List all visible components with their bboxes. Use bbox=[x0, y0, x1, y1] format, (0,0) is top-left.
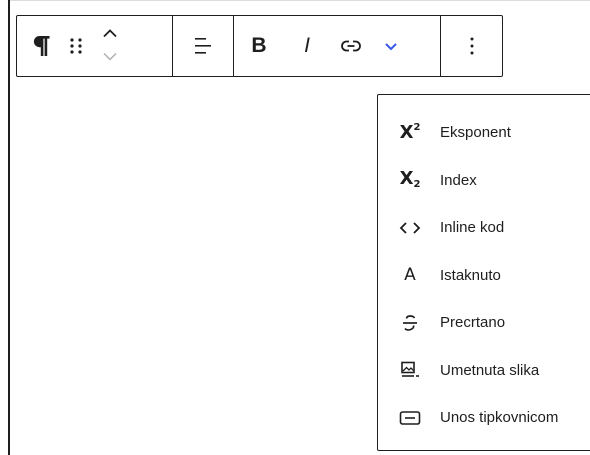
italic-button[interactable]: I bbox=[290, 26, 324, 66]
align-button[interactable] bbox=[186, 26, 220, 66]
menu-item-highlight[interactable]: A Istaknuto bbox=[378, 252, 590, 300]
alignment-group bbox=[172, 16, 233, 76]
strikethrough-icon bbox=[392, 311, 428, 335]
align-left-icon bbox=[195, 38, 211, 54]
chevron-down-icon bbox=[103, 52, 117, 61]
code-icon bbox=[392, 216, 428, 240]
move-up-button[interactable] bbox=[102, 25, 118, 43]
block-mover bbox=[93, 22, 127, 70]
menu-item-keyboard[interactable]: Unos tipkovnicom bbox=[378, 394, 590, 442]
keyboard-icon bbox=[392, 406, 428, 430]
menu-item-label: Index bbox=[440, 171, 477, 189]
chevron-down-icon bbox=[385, 42, 397, 50]
chevron-up-icon bbox=[103, 29, 117, 38]
paragraph-icon bbox=[33, 36, 50, 56]
link-icon bbox=[341, 40, 361, 52]
bold-label: B bbox=[251, 34, 267, 57]
link-button[interactable] bbox=[334, 26, 368, 66]
menu-item-label: Precrtano bbox=[440, 314, 506, 332]
menu-item-subscript[interactable]: X2 Index bbox=[378, 157, 590, 205]
format-group: B I bbox=[233, 16, 440, 76]
editor-top-border bbox=[8, 0, 590, 1]
highlight-icon: A bbox=[404, 264, 416, 285]
move-down-button[interactable] bbox=[102, 49, 118, 67]
more-formats-button[interactable] bbox=[374, 26, 408, 66]
menu-item-label: Unos tipkovnicom bbox=[440, 409, 559, 427]
menu-item-label: Umetnuta slika bbox=[440, 361, 540, 379]
block-type-button[interactable] bbox=[25, 26, 59, 66]
menu-item-label: Inline kod bbox=[440, 219, 505, 237]
menu-item-strikethrough[interactable]: Precrtano bbox=[378, 299, 590, 347]
menu-item-label: Istaknuto bbox=[440, 266, 501, 284]
drag-handle-button[interactable] bbox=[59, 26, 93, 66]
menu-item-label: Eksponent bbox=[440, 124, 511, 142]
format-dropdown-menu: X2 Eksponent X2 Index Inline kod A Istak… bbox=[377, 94, 590, 451]
subscript-icon: X2 bbox=[399, 168, 421, 191]
drag-handle-icon bbox=[70, 38, 82, 54]
editor-left-border bbox=[8, 0, 10, 455]
inline-image-icon bbox=[392, 358, 428, 382]
options-group bbox=[440, 16, 502, 76]
menu-item-superscript[interactable]: X2 Eksponent bbox=[378, 109, 590, 157]
superscript-icon: X2 bbox=[399, 122, 421, 144]
block-controls-group bbox=[17, 16, 172, 76]
bold-button[interactable]: B bbox=[242, 26, 276, 66]
menu-item-inline-image[interactable]: Umetnuta slika bbox=[378, 347, 590, 395]
options-button[interactable] bbox=[455, 26, 489, 66]
italic-label: I bbox=[304, 34, 310, 57]
block-toolbar: B I bbox=[16, 15, 503, 77]
menu-item-inline-code[interactable]: Inline kod bbox=[378, 204, 590, 252]
more-vertical-icon bbox=[470, 37, 473, 55]
